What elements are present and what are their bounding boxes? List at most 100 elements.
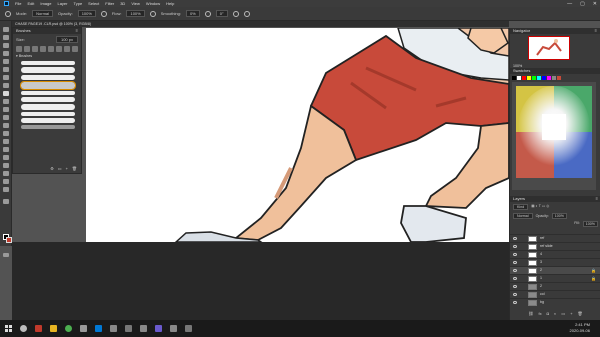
- minimize-button[interactable]: —: [567, 1, 572, 7]
- file-explorer-icon[interactable]: [50, 325, 57, 332]
- pressure-size-icon[interactable]: [232, 10, 239, 17]
- brush-tool-icon[interactable]: [3, 91, 9, 96]
- visibility-eye-icon[interactable]: [513, 261, 517, 264]
- menu-3d[interactable]: 3D: [120, 1, 125, 6]
- brush-stroke-preview-selected[interactable]: [20, 81, 76, 90]
- layer-row[interactable]: 1 🔒: [510, 274, 600, 282]
- smoothing-settings-icon[interactable]: [204, 10, 211, 17]
- chrome-icon[interactable]: [65, 325, 72, 332]
- layer-row[interactable]: ref slide: [510, 242, 600, 250]
- brush-folder[interactable]: ▾ Brushes: [13, 53, 81, 59]
- visibility-eye-icon[interactable]: [513, 269, 517, 272]
- swatch[interactable]: [517, 76, 521, 80]
- system-tray-clock[interactable]: 2:41 PM 2020-09-06: [570, 322, 590, 334]
- more-tools-icon[interactable]: [3, 199, 9, 204]
- layer-row-selected[interactable]: 2 🔒: [510, 266, 600, 274]
- swatch[interactable]: [532, 76, 536, 80]
- panel-menu-icon[interactable]: ≡: [76, 28, 78, 34]
- fx-icon[interactable]: fx: [538, 311, 541, 316]
- pen-tool-icon[interactable]: [3, 147, 9, 152]
- new-layer-icon[interactable]: +: [570, 311, 572, 316]
- menu-window[interactable]: Window: [146, 1, 160, 6]
- marquee-tool-icon[interactable]: [3, 35, 9, 40]
- blend-mode-select[interactable]: Normal: [513, 213, 533, 219]
- search-icon[interactable]: [20, 325, 27, 332]
- navigator-thumbnail[interactable]: [528, 36, 570, 60]
- layer-opacity-field[interactable]: 100%: [551, 213, 567, 219]
- lasso-tool-icon[interactable]: [3, 43, 9, 48]
- menu-file[interactable]: File: [15, 1, 21, 6]
- brush-stroke-preview[interactable]: [21, 67, 75, 73]
- new-group-icon[interactable]: ▭: [58, 166, 62, 171]
- swatch[interactable]: [527, 76, 531, 80]
- visibility-eye-icon[interactable]: [513, 277, 517, 280]
- mask-icon[interactable]: ◘: [547, 311, 549, 316]
- brush-stroke-preview[interactable]: [21, 125, 75, 129]
- color-wheel-swatches[interactable]: [512, 82, 596, 190]
- visibility-eye-icon[interactable]: [513, 301, 517, 304]
- angle-field[interactable]: 0°: [215, 10, 228, 17]
- app-icon[interactable]: [140, 325, 147, 332]
- document-canvas[interactable]: [86, 28, 509, 242]
- menu-help[interactable]: Help: [166, 1, 174, 6]
- recent-brush[interactable]: [16, 46, 22, 52]
- size-field[interactable]: 100 px: [55, 36, 78, 43]
- recent-brush[interactable]: [48, 46, 54, 52]
- swatch[interactable]: [512, 76, 516, 80]
- history-brush-tool-icon[interactable]: [3, 107, 9, 112]
- gradient-tool-icon[interactable]: [3, 123, 9, 128]
- swatch[interactable]: [537, 76, 541, 80]
- document-tab[interactable]: CHASE PAGE19 .CLR.psd @ 100% (3, RGB/8): [12, 21, 509, 27]
- layer-row[interactable]: ref: [510, 234, 600, 242]
- filter-icons[interactable]: ▦ ◐ T ▭ ◎: [531, 204, 549, 210]
- frame-tool-icon[interactable]: [3, 67, 9, 72]
- menu-layer[interactable]: Layer: [57, 1, 67, 6]
- layer-fill-field[interactable]: 100%: [582, 221, 598, 227]
- new-group-icon[interactable]: ▭: [561, 311, 565, 316]
- blur-tool-icon[interactable]: [3, 131, 9, 136]
- brush-stroke-preview[interactable]: [21, 91, 75, 95]
- brush-stroke-preview[interactable]: [21, 118, 75, 123]
- swatch[interactable]: [547, 76, 551, 80]
- visibility-eye-icon[interactable]: [513, 253, 517, 256]
- swatch[interactable]: [542, 76, 546, 80]
- app-icon[interactable]: [125, 325, 132, 332]
- quick-select-tool-icon[interactable]: [3, 51, 9, 56]
- brush-stroke-preview[interactable]: [21, 61, 75, 65]
- crop-tool-icon[interactable]: [3, 59, 9, 64]
- move-tool-icon[interactable]: [3, 27, 9, 32]
- app-icon[interactable]: [80, 325, 87, 332]
- path-select-tool-icon[interactable]: [3, 163, 9, 168]
- brush-stroke-preview[interactable]: [21, 97, 75, 102]
- windows-start-icon[interactable]: [5, 325, 12, 332]
- app-icon[interactable]: [110, 325, 117, 332]
- stamp-tool-icon[interactable]: [3, 99, 9, 104]
- menu-select[interactable]: Select: [88, 1, 99, 6]
- swatch[interactable]: [522, 76, 526, 80]
- app-icon[interactable]: [155, 325, 162, 332]
- brush-settings-icon[interactable]: ⚙: [50, 166, 54, 171]
- brush-stroke-preview[interactable]: [21, 112, 75, 116]
- flow-field[interactable]: 100%: [126, 10, 145, 17]
- layer-group-row[interactable]: col: [510, 290, 600, 298]
- recent-brush[interactable]: [24, 46, 30, 52]
- menu-view[interactable]: View: [131, 1, 140, 6]
- menu-type[interactable]: Type: [74, 1, 83, 6]
- new-brush-icon[interactable]: +: [66, 166, 68, 171]
- zoom-tool-icon[interactable]: [3, 187, 9, 192]
- brush-preset-icon[interactable]: [5, 10, 11, 17]
- shape-tool-icon[interactable]: [3, 171, 9, 176]
- link-icon[interactable]: ⛓: [528, 311, 533, 316]
- adjustment-icon[interactable]: ◐: [554, 311, 556, 316]
- delete-layer-icon[interactable]: 🗑: [578, 311, 583, 316]
- menu-edit[interactable]: Edit: [27, 1, 34, 6]
- photoshop-taskbar-icon[interactable]: [95, 325, 102, 332]
- eraser-tool-icon[interactable]: [3, 115, 9, 120]
- layer-group-row[interactable]: 2: [510, 282, 600, 290]
- delete-brush-icon[interactable]: 🗑: [72, 166, 77, 171]
- visibility-eye-icon[interactable]: [513, 237, 517, 240]
- hand-tool-icon[interactable]: [3, 179, 9, 184]
- quick-mask-icon[interactable]: [3, 253, 9, 257]
- smoothing-field[interactable]: 0%: [185, 10, 200, 17]
- airbrush-icon[interactable]: [149, 10, 156, 17]
